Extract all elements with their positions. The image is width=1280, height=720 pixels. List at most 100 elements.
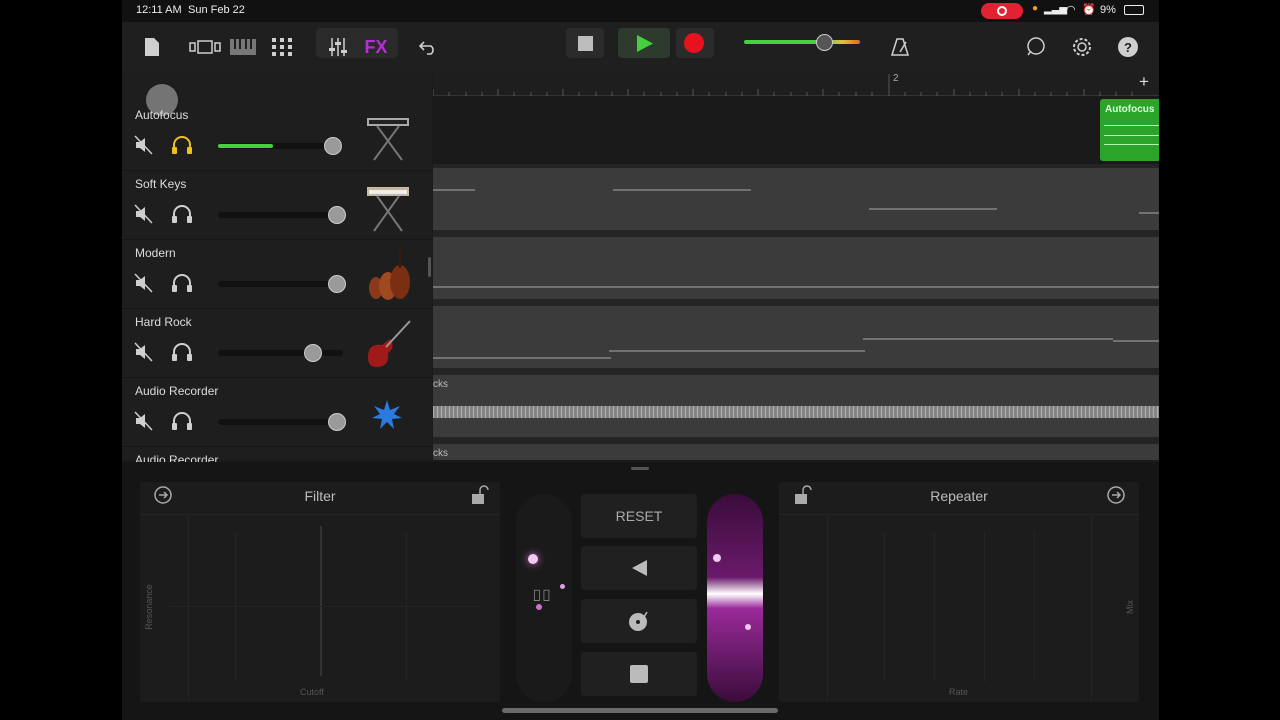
string-ensemble-icon (369, 250, 410, 300)
bar-number: 2 (893, 73, 899, 84)
track-volume-slider[interactable] (218, 275, 346, 293)
track-name: Autofocus (135, 108, 189, 122)
effect-select-icon[interactable] (1103, 484, 1129, 506)
track-header[interactable]: Autofocus (122, 102, 432, 171)
repeater-y-axis-label: Mix (1125, 600, 1135, 614)
track-lane[interactable]: Autofocus (433, 96, 1159, 164)
mute-icon[interactable] (134, 411, 154, 431)
effects-slider-slot[interactable] (707, 494, 763, 702)
filter-x-axis-label: Cutoff (300, 687, 324, 697)
green-region[interactable]: Autofocus (1100, 99, 1159, 161)
panel-drag-handle[interactable] (631, 467, 649, 470)
track-header[interactable]: Hard Rock (122, 309, 432, 378)
status-date: Sun Feb 22 (188, 4, 245, 16)
alarm-icon: ⏰ (1082, 4, 1096, 16)
my-songs-button[interactable] (140, 31, 164, 63)
gate-icon: ⌷⌷ (532, 588, 552, 605)
stop-square-icon (630, 665, 648, 683)
headphones-icon[interactable] (171, 411, 193, 431)
home-indicator[interactable] (502, 708, 778, 713)
track-lane[interactable] (433, 168, 1159, 230)
status-time: 12:11 AM (136, 4, 182, 16)
wifi-icon: ◠ (1066, 4, 1076, 16)
track-lane[interactable]: cks (433, 375, 1159, 437)
help-icon: ? (1118, 37, 1138, 57)
loop-browser-button[interactable] (1024, 31, 1048, 63)
track-header[interactable]: Soft Keys (122, 171, 432, 240)
track-volume-slider[interactable] (218, 344, 343, 362)
record-button[interactable] (676, 28, 714, 58)
status-bar: 12:11 AM Sun Feb 22 ● ▂▃▅ ◠ ⏰ 9% (122, 0, 1159, 22)
mute-icon[interactable] (134, 204, 154, 224)
filter-pad[interactable]: Filter Cutoff Resonance (140, 482, 500, 702)
tracks-view-button[interactable] (188, 31, 222, 63)
undo-button[interactable] (416, 31, 440, 63)
filter-y-axis-label: Resonance (143, 584, 154, 630)
repeater-pad[interactable]: Repeater Rate Mix (779, 482, 1139, 702)
track-name: Hard Rock (135, 315, 192, 329)
gear-icon (1073, 38, 1091, 56)
track-header[interactable]: Modern (122, 240, 432, 309)
fx-button[interactable]: FX (360, 31, 392, 63)
audio-recorder-icon (372, 400, 402, 429)
track-name: Audio Recorder (135, 384, 219, 398)
repeater-x-axis-label: Rate (949, 687, 969, 697)
mixer-icon (329, 38, 347, 56)
live-loops-button[interactable] (270, 31, 294, 63)
battery-percent: 9% (1100, 4, 1116, 16)
metronome-button[interactable] (888, 31, 912, 63)
effect-select-icon[interactable] (150, 484, 176, 506)
reset-button[interactable]: RESET (581, 494, 697, 538)
add-section-button[interactable]: + (1139, 72, 1149, 92)
headphones-icon[interactable] (171, 135, 193, 155)
mute-icon[interactable] (134, 135, 154, 155)
settings-button[interactable] (1070, 31, 1094, 63)
audio-waveform (433, 406, 1159, 418)
master-volume-slider[interactable] (744, 40, 860, 44)
headphones-icon[interactable] (171, 204, 193, 224)
track-name: Soft Keys (135, 177, 187, 191)
keyboard-stand-icon (367, 118, 409, 161)
headphones-icon[interactable] (171, 342, 193, 362)
tracks-area[interactable]: 2 + Autofocus cks cks (433, 72, 1159, 460)
play-button[interactable] (618, 28, 670, 58)
reset-label: RESET (615, 508, 663, 524)
instrument-view-button[interactable] (228, 31, 258, 63)
help-button[interactable]: ? (1116, 31, 1140, 63)
track-volume-slider[interactable] (218, 206, 346, 224)
tape-stop-button[interactable] (581, 652, 697, 696)
track-lane[interactable]: cks (433, 444, 1159, 460)
toolbar: FX ? (122, 22, 1159, 72)
track-headers: Autofocus Soft Keys Modern Hard Rock Aud… (122, 72, 432, 467)
mute-icon[interactable] (134, 273, 154, 293)
track-volume-slider[interactable] (218, 413, 346, 431)
battery-icon (1124, 5, 1144, 15)
reverse-button[interactable] (581, 546, 697, 590)
track-volume-slider[interactable] (218, 137, 343, 155)
filter-title: Filter (304, 488, 336, 504)
lock-icon[interactable] (791, 484, 813, 506)
midi-region (433, 286, 1159, 288)
track-name: Modern (135, 246, 176, 260)
track-lane[interactable] (433, 237, 1159, 299)
master-volume-knob[interactable] (816, 34, 833, 51)
midi-region (433, 338, 1159, 359)
ruler-ticks (433, 74, 1133, 96)
header-resize-handle[interactable] (428, 257, 431, 277)
mute-icon[interactable] (134, 342, 154, 362)
lock-icon[interactable] (468, 484, 490, 506)
track-lane[interactable] (433, 306, 1159, 368)
reverse-icon (632, 560, 647, 576)
region-label: cks (433, 448, 448, 459)
region-label: cks (433, 379, 448, 390)
scratch-button[interactable] (581, 599, 697, 643)
stop-button[interactable] (566, 28, 604, 58)
screen-recording-indicator[interactable] (981, 3, 1023, 19)
signal-icon: ▂▃▅ (1044, 4, 1068, 15)
ruler[interactable]: 2 + (433, 72, 1159, 96)
headphones-icon[interactable] (171, 273, 193, 293)
electric-guitar-icon (368, 320, 411, 367)
mixer-button[interactable] (326, 31, 350, 63)
track-header[interactable]: Audio Recorder (122, 378, 432, 447)
beat-masher-slot[interactable]: ⌷⌷ (516, 494, 572, 702)
